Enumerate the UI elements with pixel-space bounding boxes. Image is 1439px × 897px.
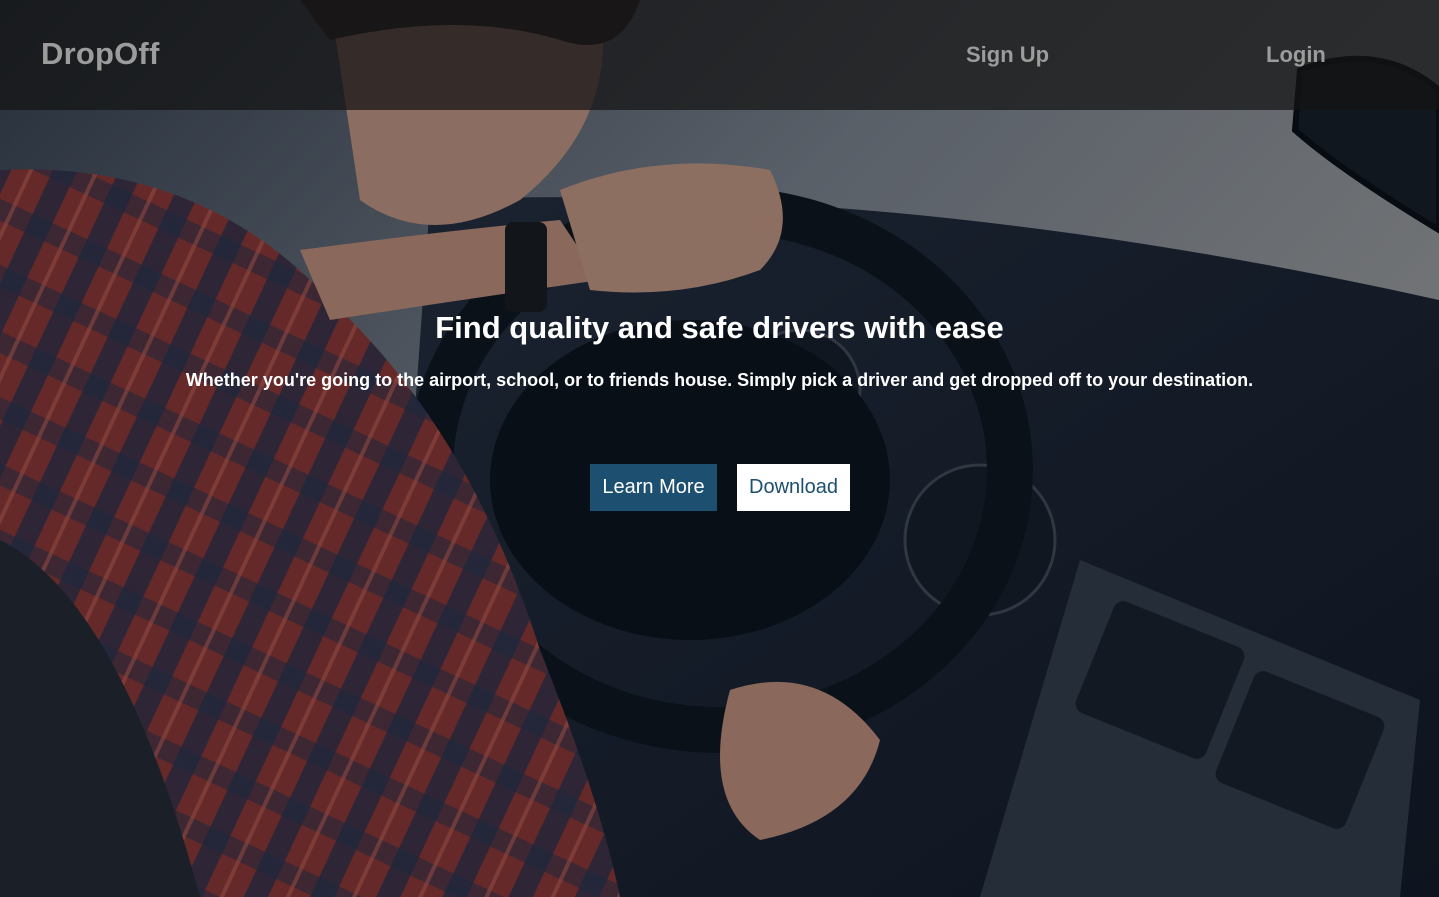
download-button[interactable]: Download (737, 464, 850, 511)
hero-dark-overlay (0, 0, 1439, 897)
nav-login-link[interactable]: Login (1266, 42, 1326, 68)
hero-subtitle: Whether you're going to the airport, sch… (185, 370, 1254, 390)
hero-section: DropOff Sign Up Login Find quality and s… (0, 0, 1439, 897)
brand-logo[interactable]: DropOff (41, 36, 159, 72)
nav-sign-up-link[interactable]: Sign Up (966, 42, 1049, 68)
top-navbar: DropOff Sign Up Login (0, 0, 1439, 110)
learn-more-button[interactable]: Learn More (590, 464, 717, 511)
hero-title: Find quality and safe drivers with ease (435, 310, 1004, 345)
